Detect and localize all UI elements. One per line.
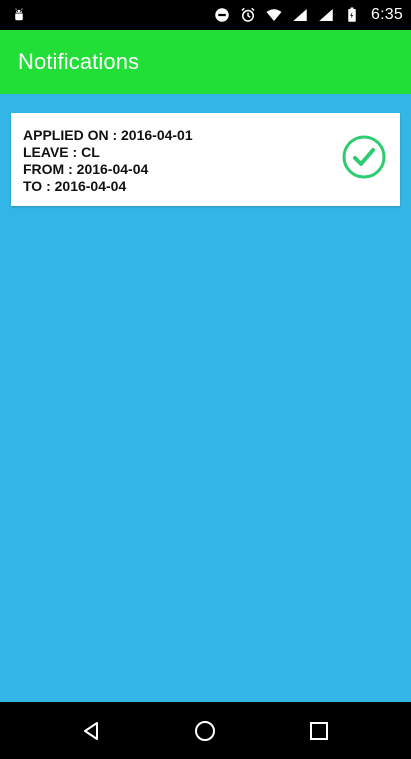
signal-icon [319,9,333,21]
back-icon [84,721,98,740]
top-app-bar: Notifications [0,30,411,94]
page-title: Notifications [18,49,140,74]
status-time: 6:35 [371,6,403,23]
signal-icon [293,9,307,21]
notification-card[interactable]: APPLIED ON : 2016-04-01 LEAVE : CL FROM … [11,113,400,206]
navigation-bar [0,702,411,759]
status-icons: 6:35 [213,0,403,30]
recents-button[interactable] [289,702,349,759]
android-icon [15,8,23,21]
applied-on-line: APPLIED ON : 2016-04-01 [23,127,193,143]
notification-text: APPLIED ON : 2016-04-01 LEAVE : CL FROM … [23,127,333,195]
do-not-disturb-icon [215,8,229,22]
alarm-icon [241,7,255,22]
leave-line: LEAVE : CL [23,144,100,160]
status-bar: 6:35 [0,0,411,30]
home-icon [195,720,215,741]
wifi-icon [266,9,282,21]
from-line: FROM : 2016-04-04 [23,161,149,177]
notifications-list: APPLIED ON : 2016-04-01 LEAVE : CL FROM … [0,94,411,702]
back-button[interactable] [61,702,121,759]
to-line: TO : 2016-04-04 [23,178,127,194]
check-circle-icon [342,135,386,179]
recents-icon [310,721,328,740]
battery-icon [348,7,356,22]
home-button[interactable] [175,702,235,759]
